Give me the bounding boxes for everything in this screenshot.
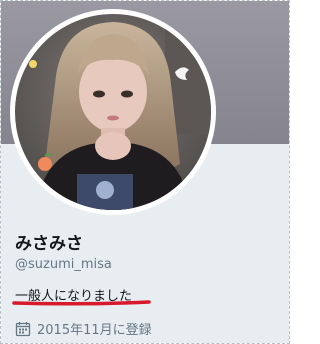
bio-underline-mark <box>12 300 151 306</box>
joined-date: 2015年11月に登録 <box>37 323 152 338</box>
joined-date-row: 2015年11月に登録 <box>15 319 152 338</box>
avatar-photo <box>15 14 211 210</box>
user-handle[interactable]: @suzumi_misa <box>15 257 112 272</box>
display-name: みさみさ <box>15 234 83 254</box>
calendar-icon <box>15 321 31 336</box>
avatar[interactable] <box>15 14 211 210</box>
profile-card: みさみさ @suzumi_misa 一般人になりました 2015年11月に登録 <box>0 0 290 344</box>
